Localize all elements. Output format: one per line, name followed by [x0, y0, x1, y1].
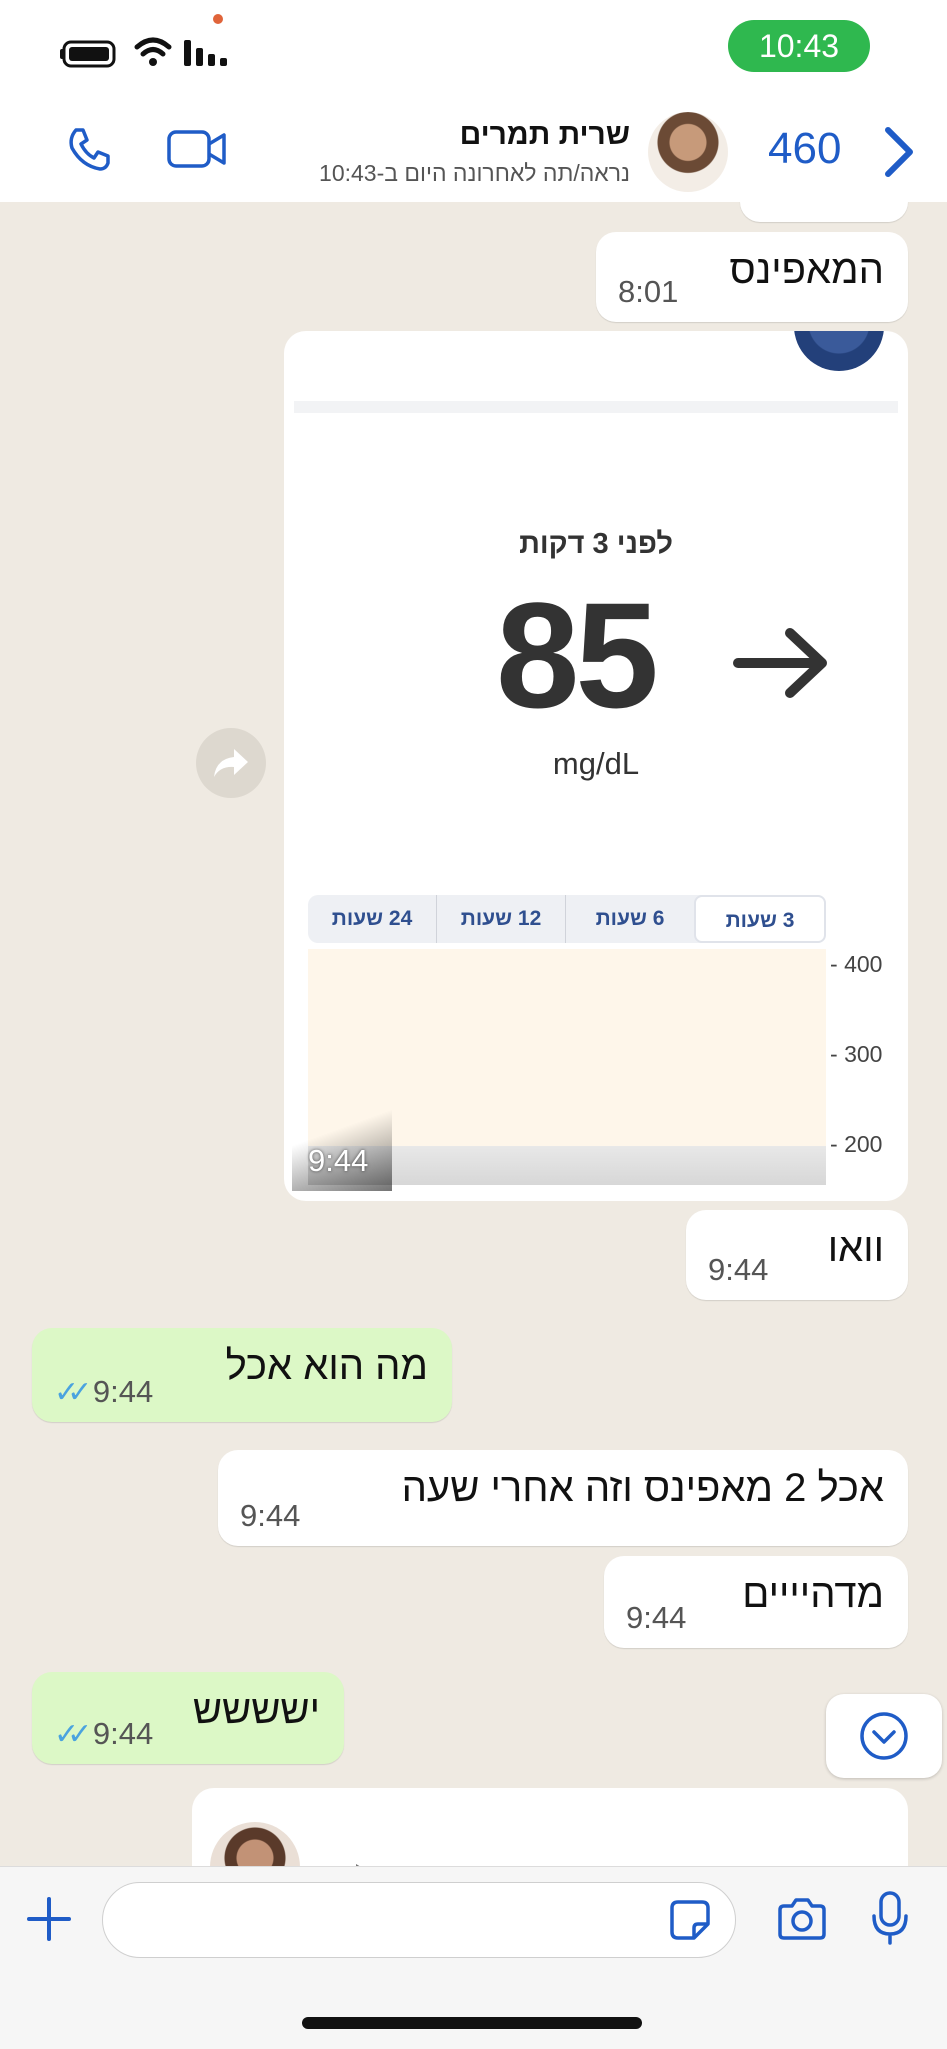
recording-dot [213, 14, 223, 24]
message-text: המאפינס [729, 248, 884, 292]
message-meta: ✓✓ 9:44 [54, 1716, 154, 1751]
arrow-right-icon [732, 623, 832, 703]
message-bubble-incoming[interactable]: וואו 9:44 [686, 1210, 908, 1300]
scroll-down-button[interactable] [826, 1694, 942, 1778]
read-ticks-icon: ✓✓ [54, 1718, 92, 1751]
message-time: 8:01 [618, 274, 679, 309]
glucose-value: 85 [496, 571, 659, 739]
y-tick-label: - 400 [830, 951, 883, 977]
forward-button[interactable] [196, 728, 266, 798]
message-bubble-partial[interactable] [740, 202, 908, 222]
message-time: 9:44 [626, 1600, 687, 1635]
read-ticks-icon: ✓✓ [54, 1376, 92, 1409]
video-call-icon[interactable] [166, 128, 228, 170]
image-message[interactable]: לפני 3 דקות 85 mg/dL 3 שעות 6 שעות 12 שע… [284, 331, 908, 1201]
message-bubble-incoming[interactable]: המאפינס 8:01 [596, 232, 908, 322]
message-text: ישששש [192, 1688, 320, 1732]
message-bubble-incoming[interactable]: אכל 2 מאפינס וזה אחרי שעה 9:44 [218, 1450, 908, 1546]
sender-thumbnail [794, 331, 884, 371]
message-time: 9:44 [308, 1143, 369, 1178]
message-text: מה הוא אכל [225, 1344, 428, 1388]
contact-name[interactable]: שרית תמרים [460, 118, 630, 152]
message-bubble-outgoing[interactable]: ישששש ✓✓ 9:44 [32, 1672, 344, 1764]
wifi-icon [134, 36, 172, 68]
microphone-icon[interactable] [870, 1890, 910, 1946]
glucose-unit: mg/dL [552, 746, 640, 781]
back-chevron-icon[interactable] [880, 126, 916, 178]
tab-12-hours: 12 שעות [436, 895, 565, 943]
message-time: 9:44 [240, 1498, 301, 1533]
status-bar: 10:43 [0, 0, 947, 105]
message-text: אכל 2 מאפינס וזה אחרי שעה [401, 1466, 884, 1510]
message-time: 9:44 [708, 1252, 769, 1287]
chevron-down-circle-icon [859, 1711, 909, 1761]
contact-avatar[interactable] [648, 112, 728, 192]
phone-icon[interactable] [64, 124, 114, 174]
message-bubble-outgoing[interactable]: מה הוא אכל ✓✓ 9:44 [32, 1328, 452, 1422]
divider [294, 401, 898, 413]
tab-24-hours: 24 שעות [331, 907, 413, 930]
message-text: וואו [827, 1226, 884, 1270]
y-tick-label: - 300 [830, 1041, 883, 1067]
message-text: מדהיייים [742, 1572, 884, 1616]
message-meta: ✓✓ 9:44 [54, 1374, 154, 1409]
camera-icon[interactable] [776, 1896, 828, 1942]
tab-3-hours: 3 שעות [694, 895, 826, 943]
unread-count[interactable]: 460 [768, 124, 841, 174]
home-indicator [302, 2017, 642, 2029]
range-tabs: 3 שעות 6 שעות 12 שעות 24 שעות [308, 895, 826, 943]
signal-icon [184, 36, 230, 68]
status-time: 10:43 [728, 20, 870, 72]
forward-icon [212, 747, 250, 779]
sticker-icon[interactable] [668, 1898, 712, 1942]
glucose-time-ago: לפני 3 דקות [519, 528, 673, 560]
tab-6-hours: 6 שעות [565, 895, 694, 943]
plus-icon[interactable] [26, 1896, 72, 1942]
message-input[interactable] [102, 1882, 736, 1958]
last-seen-status: נראה/תה לאחרונה היום ב-10:43 [319, 160, 630, 186]
message-bubble-incoming[interactable]: מדהיייים 9:44 [604, 1556, 908, 1648]
y-tick-label: - 200 [830, 1131, 883, 1157]
battery-icon [60, 40, 120, 68]
